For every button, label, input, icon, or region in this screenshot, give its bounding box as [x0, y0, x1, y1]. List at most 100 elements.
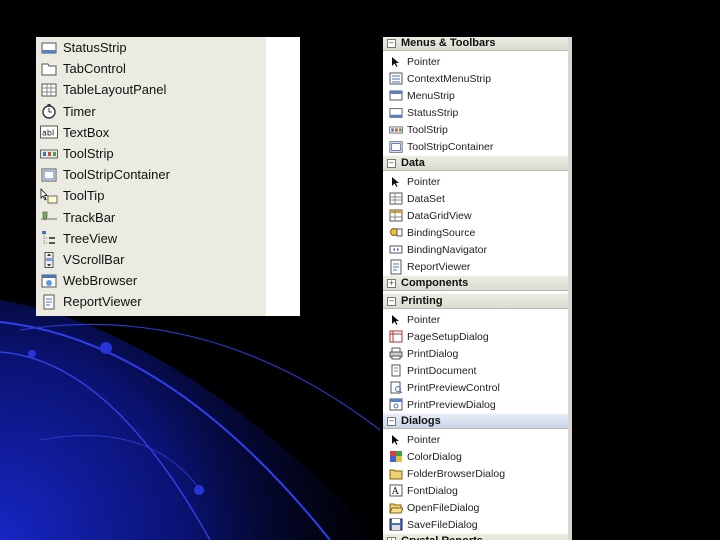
- toolbox-item[interactable]: PrintPreviewDialog: [383, 396, 568, 413]
- toolbox-item-label: SaveFileDialog: [407, 518, 478, 531]
- toolbox-item-label: TableLayoutPanel: [63, 82, 167, 98]
- collapse-icon[interactable]: −: [387, 296, 396, 306]
- arc-dot: [100, 342, 112, 354]
- toolbox-item-label: DataGridView: [407, 209, 472, 222]
- toolbox-item[interactable]: ToolStrip: [36, 143, 266, 164]
- collapse-icon[interactable]: −: [387, 416, 396, 426]
- toolbox-item-label: PageSetupDialog: [407, 330, 489, 343]
- toolbox-item[interactable]: SaveFileDialog: [383, 516, 568, 533]
- trackbar-icon: [40, 209, 58, 225]
- print-preview-dialog-icon: [389, 398, 403, 411]
- toolstrip-container-icon: [389, 140, 403, 153]
- toolbox-category-label: Data: [401, 157, 425, 169]
- toolbox-item-label: ReportViewer: [63, 294, 142, 310]
- toolbox-category-header[interactable]: − Data: [383, 155, 568, 171]
- collapse-icon[interactable]: −: [387, 38, 396, 48]
- toolbox-scrollbar[interactable]: [568, 37, 572, 540]
- toolbox-item[interactable]: OpenFileDialog: [383, 499, 568, 516]
- status-strip-icon: [40, 40, 58, 56]
- toolbox-item[interactable]: ReportViewer: [36, 291, 266, 312]
- toolbox-item[interactable]: DataGridView: [383, 207, 568, 224]
- toolbox-item[interactable]: TrackBar: [36, 207, 266, 228]
- toolbox-category-header[interactable]: + Components: [383, 275, 568, 291]
- toolbox-item-label: FolderBrowserDialog: [407, 467, 506, 480]
- toolbox-item-label: ToolStrip: [407, 123, 448, 136]
- expand-icon[interactable]: +: [387, 536, 396, 540]
- toolbox-item[interactable]: Pointer: [383, 173, 568, 190]
- toolbox-item[interactable]: ToolTip: [36, 185, 266, 206]
- toolbox-item-label: TextBox: [63, 124, 110, 140]
- toolbox-item[interactable]: PrintPreviewControl: [383, 379, 568, 396]
- toolbox-category-header[interactable]: − Menus & Toolbars: [383, 37, 568, 51]
- pointer-icon: [389, 175, 403, 188]
- toolbox-category-label: Components: [401, 277, 469, 289]
- toolbox-item-label: PrintPreviewDialog: [407, 398, 496, 411]
- toolbox-item-label: Timer: [63, 103, 96, 119]
- toolbox-item[interactable]: BindingNavigator: [383, 241, 568, 258]
- toolbox-item[interactable]: ContextMenuStrip: [383, 70, 568, 87]
- toolbox-item-label: Pointer: [407, 433, 441, 446]
- toolbox-item[interactable]: Pointer: [383, 311, 568, 328]
- arc-dot: [194, 485, 204, 495]
- toolbox-item[interactable]: TreeView: [36, 228, 266, 249]
- toolbox-item[interactable]: ToolStrip: [383, 121, 568, 138]
- webbrowser-icon: [40, 273, 58, 289]
- toolbox-item[interactable]: Timer: [36, 101, 266, 122]
- toolbox-item[interactable]: PrintDocument: [383, 362, 568, 379]
- collapse-icon[interactable]: −: [387, 158, 396, 168]
- toolbox-item-label: Pointer: [407, 55, 441, 68]
- toolbox-item[interactable]: ToolStripContainer: [36, 164, 266, 185]
- reportviewer-icon: [389, 259, 403, 274]
- pointer-icon: [389, 313, 403, 326]
- print-preview-control-icon: [389, 381, 403, 394]
- toolbox-item[interactable]: abl TextBox: [36, 122, 266, 143]
- toolbox-category-header[interactable]: − Printing: [383, 293, 568, 309]
- toolbox-item[interactable]: ColorDialog: [383, 448, 568, 465]
- toolbox-category-header[interactable]: − Dialogs: [383, 413, 568, 429]
- print-dialog-icon: [389, 347, 403, 360]
- right-toolbox-panel: − Menus & Toolbars Pointer ContextMenuStrip…: [383, 37, 572, 540]
- textbox-icon: abl: [40, 124, 58, 140]
- table-layout-panel-icon: [40, 82, 58, 98]
- toolbox-item[interactable]: A FontDialog: [383, 482, 568, 499]
- toolstrip-container-icon: [40, 167, 58, 183]
- toolbox-item[interactable]: Pointer: [383, 431, 568, 448]
- pointer-icon: [389, 55, 403, 68]
- pointer-icon: [389, 433, 403, 446]
- toolbox-item-label: WebBrowser: [63, 273, 138, 289]
- toolbox-item[interactable]: DataSet: [383, 190, 568, 207]
- toolbox-item[interactable]: WebBrowser: [36, 270, 266, 291]
- toolbox-category-label: Menus & Toolbars: [401, 37, 496, 49]
- page-setup-dialog-icon: [389, 330, 403, 343]
- toolbox-item[interactable]: Pointer: [383, 53, 568, 70]
- svg-text:abl: abl: [42, 129, 54, 138]
- toolbox-item[interactable]: FolderBrowserDialog: [383, 465, 568, 482]
- toolbox-item[interactable]: PrintDialog: [383, 345, 568, 362]
- dataset-icon: [389, 192, 403, 205]
- toolbox-item[interactable]: ToolStripContainer: [383, 138, 568, 155]
- toolbox-item-label: PrintPreviewControl: [407, 381, 500, 394]
- toolbox-item-label: MenuStrip: [407, 89, 455, 102]
- toolbox-item[interactable]: ReportViewer: [383, 258, 568, 275]
- toolbox-item[interactable]: TabControl: [36, 58, 266, 79]
- toolstrip-icon: [389, 123, 403, 136]
- toolbox-item-label: ToolTip: [63, 188, 105, 204]
- toolbox-item[interactable]: PageSetupDialog: [383, 328, 568, 345]
- folder-browser-dialog-icon: [389, 467, 403, 480]
- arc-dot: [28, 350, 36, 358]
- toolbox-category-label: Printing: [401, 295, 443, 307]
- treeview-icon: [40, 230, 58, 246]
- expand-icon[interactable]: +: [387, 278, 396, 288]
- toolbox-item[interactable]: StatusStrip: [36, 37, 266, 58]
- toolbox-item[interactable]: TableLayoutPanel: [36, 79, 266, 100]
- toolbox-category-header[interactable]: + Crystal Reports: [383, 533, 568, 540]
- toolbox-item-label: BindingNavigator: [407, 243, 487, 256]
- timer-icon: [40, 103, 58, 119]
- binding-navigator-icon: [389, 243, 403, 256]
- toolbox-item-label: Pointer: [407, 175, 441, 188]
- toolbox-item[interactable]: MenuStrip: [383, 87, 568, 104]
- toolbox-item[interactable]: StatusStrip: [383, 104, 568, 121]
- tooltip-icon: [40, 187, 58, 204]
- toolbox-item[interactable]: BindingSource: [383, 224, 568, 241]
- toolbox-item[interactable]: VScrollBar: [36, 249, 266, 270]
